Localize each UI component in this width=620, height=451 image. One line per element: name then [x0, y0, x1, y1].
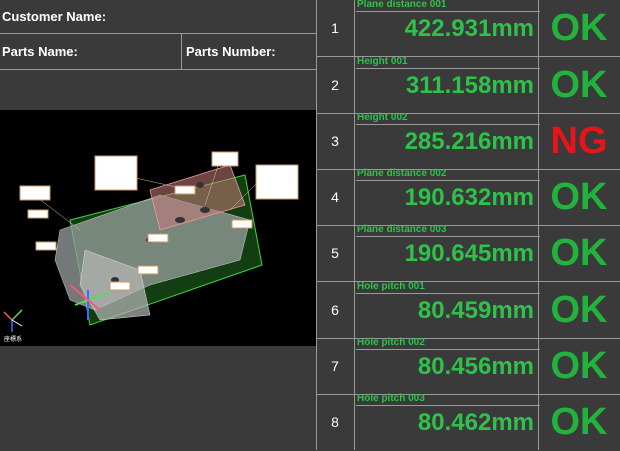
- measurement-value: 80.459mm: [417, 297, 534, 324]
- name-divider: [356, 236, 540, 237]
- parts-number-label: Parts Number:: [186, 44, 276, 59]
- result-badge: OK: [550, 231, 608, 274]
- measurement-name: Hole pitch 002: [357, 337, 425, 348]
- measurement-value: 190.645mm: [404, 240, 534, 267]
- part-model-render: [3, 151, 299, 332]
- parts-name-label: Parts Name:: [2, 44, 78, 59]
- result-badge: OK: [550, 63, 608, 106]
- row-number: 2: [331, 77, 339, 93]
- name-divider: [356, 124, 540, 125]
- table-row: 5 Plane distance 003 190.645mm OK: [316, 224, 620, 282]
- measurement-name: Height 001: [357, 56, 408, 67]
- measurement-value: 422.931mm: [404, 15, 534, 42]
- name-divider: [356, 405, 540, 406]
- measurement-name: Plane distance 002: [357, 168, 447, 179]
- measurement-name: Hole pitch 003: [357, 393, 425, 404]
- table-row: 2 Height 001 311.158mm OK: [316, 56, 620, 114]
- parts-row: Parts Name: Parts Number:: [0, 34, 316, 70]
- row-number: 1: [331, 20, 339, 36]
- row-number: 6: [331, 302, 339, 318]
- measurement-table: 1 Plane distance 001 422.931mm OK 2 Heig…: [316, 0, 620, 450]
- customer-name-label: Customer Name:: [2, 9, 107, 24]
- row-number: 8: [331, 414, 339, 430]
- measurement-name: Plane distance 001: [357, 0, 447, 10]
- measurement-value: 285.216mm: [404, 128, 534, 155]
- name-divider: [356, 68, 540, 69]
- name-divider: [356, 180, 540, 181]
- parts-divider: [181, 34, 182, 69]
- name-divider: [356, 349, 540, 350]
- measurement-value: 80.456mm: [417, 353, 534, 380]
- row-number: 3: [331, 133, 339, 149]
- table-row: 6 Hole pitch 001 80.459mm OK: [316, 281, 620, 339]
- 3d-viewer[interactable]: 座標系: [0, 110, 316, 346]
- result-badge: NG: [550, 119, 608, 162]
- table-row: 3 Height 002 285.216mm NG: [316, 112, 620, 170]
- table-row: 4 Plane distance 002 190.632mm OK: [316, 168, 620, 226]
- row-number: 7: [331, 358, 339, 374]
- row-number: 5: [331, 245, 339, 261]
- measurement-value: 80.462mm: [417, 409, 534, 436]
- measurement-value: 190.632mm: [404, 184, 534, 211]
- table-row: 1 Plane distance 001 422.931mm OK: [316, 0, 620, 57]
- row-number: 4: [331, 189, 339, 205]
- table-row: 7 Hole pitch 002 80.456mm OK: [316, 337, 620, 395]
- result-badge: OK: [550, 6, 608, 49]
- result-badge: OK: [550, 288, 608, 331]
- result-badge: OK: [550, 175, 608, 218]
- left-panel: Customer Name: Parts Name: Parts Number:: [0, 0, 316, 450]
- measurement-name: Height 002: [357, 112, 408, 123]
- customer-name-row: Customer Name:: [0, 0, 316, 34]
- table-row: 8 Hole pitch 003 80.462mm OK: [316, 393, 620, 451]
- measurement-value: 311.158mm: [405, 72, 534, 99]
- measurement-name: Hole pitch 001: [357, 281, 425, 292]
- name-divider: [356, 11, 540, 12]
- name-divider: [356, 293, 540, 294]
- measurement-name: Plane distance 003: [357, 224, 447, 235]
- viewer-footer-label: 座標系: [4, 337, 23, 343]
- result-badge: OK: [550, 400, 608, 443]
- result-badge: OK: [550, 344, 608, 387]
